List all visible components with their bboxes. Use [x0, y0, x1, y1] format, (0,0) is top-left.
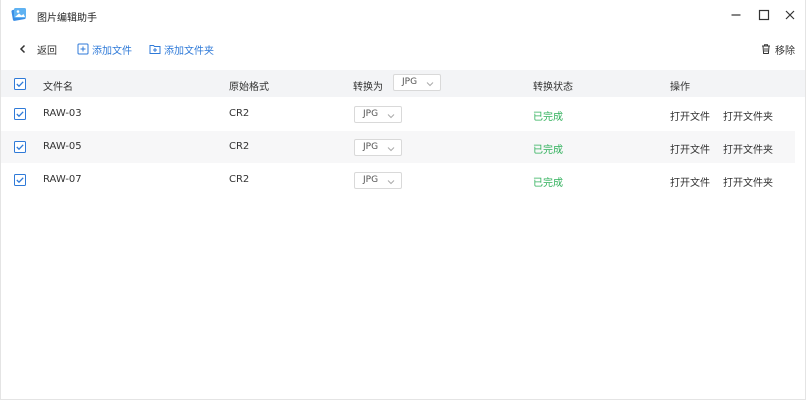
header-format: 原始格式 — [229, 82, 269, 93]
trash-icon — [760, 43, 772, 55]
back-label: 返回 — [37, 45, 57, 57]
add-file-icon — [77, 43, 89, 55]
table-row: RAW-07 CR2 JPG 已完成 打开文件 打开文件夹 — [1, 164, 795, 196]
select-all-checkbox[interactable] — [14, 78, 26, 90]
open-folder-link[interactable]: 打开文件夹 — [723, 141, 773, 156]
target-format-value: JPG — [363, 109, 379, 119]
row-checkbox[interactable] — [14, 141, 26, 153]
global-format-value: JPG — [402, 77, 418, 87]
file-name: RAW-05 — [43, 141, 82, 152]
chevron-down-icon — [387, 177, 395, 185]
row-checkbox[interactable] — [14, 174, 26, 186]
table-row: RAW-05 CR2 JPG 已完成 打开文件 打开文件夹 — [1, 131, 795, 163]
target-format-select[interactable]: JPG — [354, 106, 402, 123]
open-folder-link[interactable]: 打开文件夹 — [723, 174, 773, 189]
open-file-link[interactable]: 打开文件 — [670, 174, 710, 189]
file-name: RAW-03 — [43, 108, 82, 119]
header-status: 转换状态 — [533, 82, 573, 93]
add-file-button[interactable]: 添加文件 — [77, 42, 132, 57]
table-header: 文件名 原始格式 转换为 JPG 转换状态 操作 — [1, 70, 805, 97]
toolbar: 返回 添加文件 添加文件夹 移除 — [1, 36, 805, 62]
global-format-select[interactable]: JPG — [393, 74, 441, 91]
target-format-select[interactable]: JPG — [354, 172, 402, 189]
chevron-down-icon — [387, 144, 395, 152]
app-title: 图片编辑助手 — [37, 13, 97, 24]
file-name: RAW-07 — [43, 174, 82, 185]
maximize-icon[interactable] — [755, 6, 773, 24]
target-format-select[interactable]: JPG — [354, 139, 402, 156]
row-checkbox[interactable] — [14, 108, 26, 120]
open-file-link[interactable]: 打开文件 — [670, 141, 710, 156]
header-convert-to: 转换为 — [353, 82, 383, 93]
target-format-value: JPG — [363, 175, 379, 185]
remove-button[interactable]: 移除 — [760, 42, 795, 57]
chevron-left-icon — [17, 43, 29, 55]
add-folder-button[interactable]: 添加文件夹 — [149, 42, 214, 57]
status-text: 已完成 — [533, 145, 563, 156]
original-format: CR2 — [229, 174, 250, 185]
chevron-down-icon — [387, 111, 395, 119]
status-text: 已完成 — [533, 112, 563, 123]
remove-label: 移除 — [775, 45, 795, 57]
chevron-down-icon — [426, 79, 434, 87]
minimize-icon[interactable] — [727, 6, 745, 24]
close-icon[interactable] — [781, 6, 799, 24]
table-row: RAW-03 CR2 JPG 已完成 打开文件 打开文件夹 — [1, 98, 795, 130]
original-format: CR2 — [229, 108, 250, 119]
original-format: CR2 — [229, 141, 250, 152]
add-folder-label: 添加文件夹 — [164, 45, 214, 57]
add-folder-icon — [149, 43, 161, 55]
picture-book-icon — [10, 5, 28, 23]
open-folder-link[interactable]: 打开文件夹 — [723, 108, 773, 123]
open-file-link[interactable]: 打开文件 — [670, 108, 710, 123]
status-text: 已完成 — [533, 178, 563, 189]
title-bar: 图片编辑助手 — [1, 0, 805, 30]
header-actions: 操作 — [670, 82, 690, 93]
target-format-value: JPG — [363, 142, 379, 152]
back-button[interactable]: 返回 — [17, 42, 57, 57]
header-name: 文件名 — [43, 82, 73, 93]
add-file-label: 添加文件 — [92, 45, 132, 57]
